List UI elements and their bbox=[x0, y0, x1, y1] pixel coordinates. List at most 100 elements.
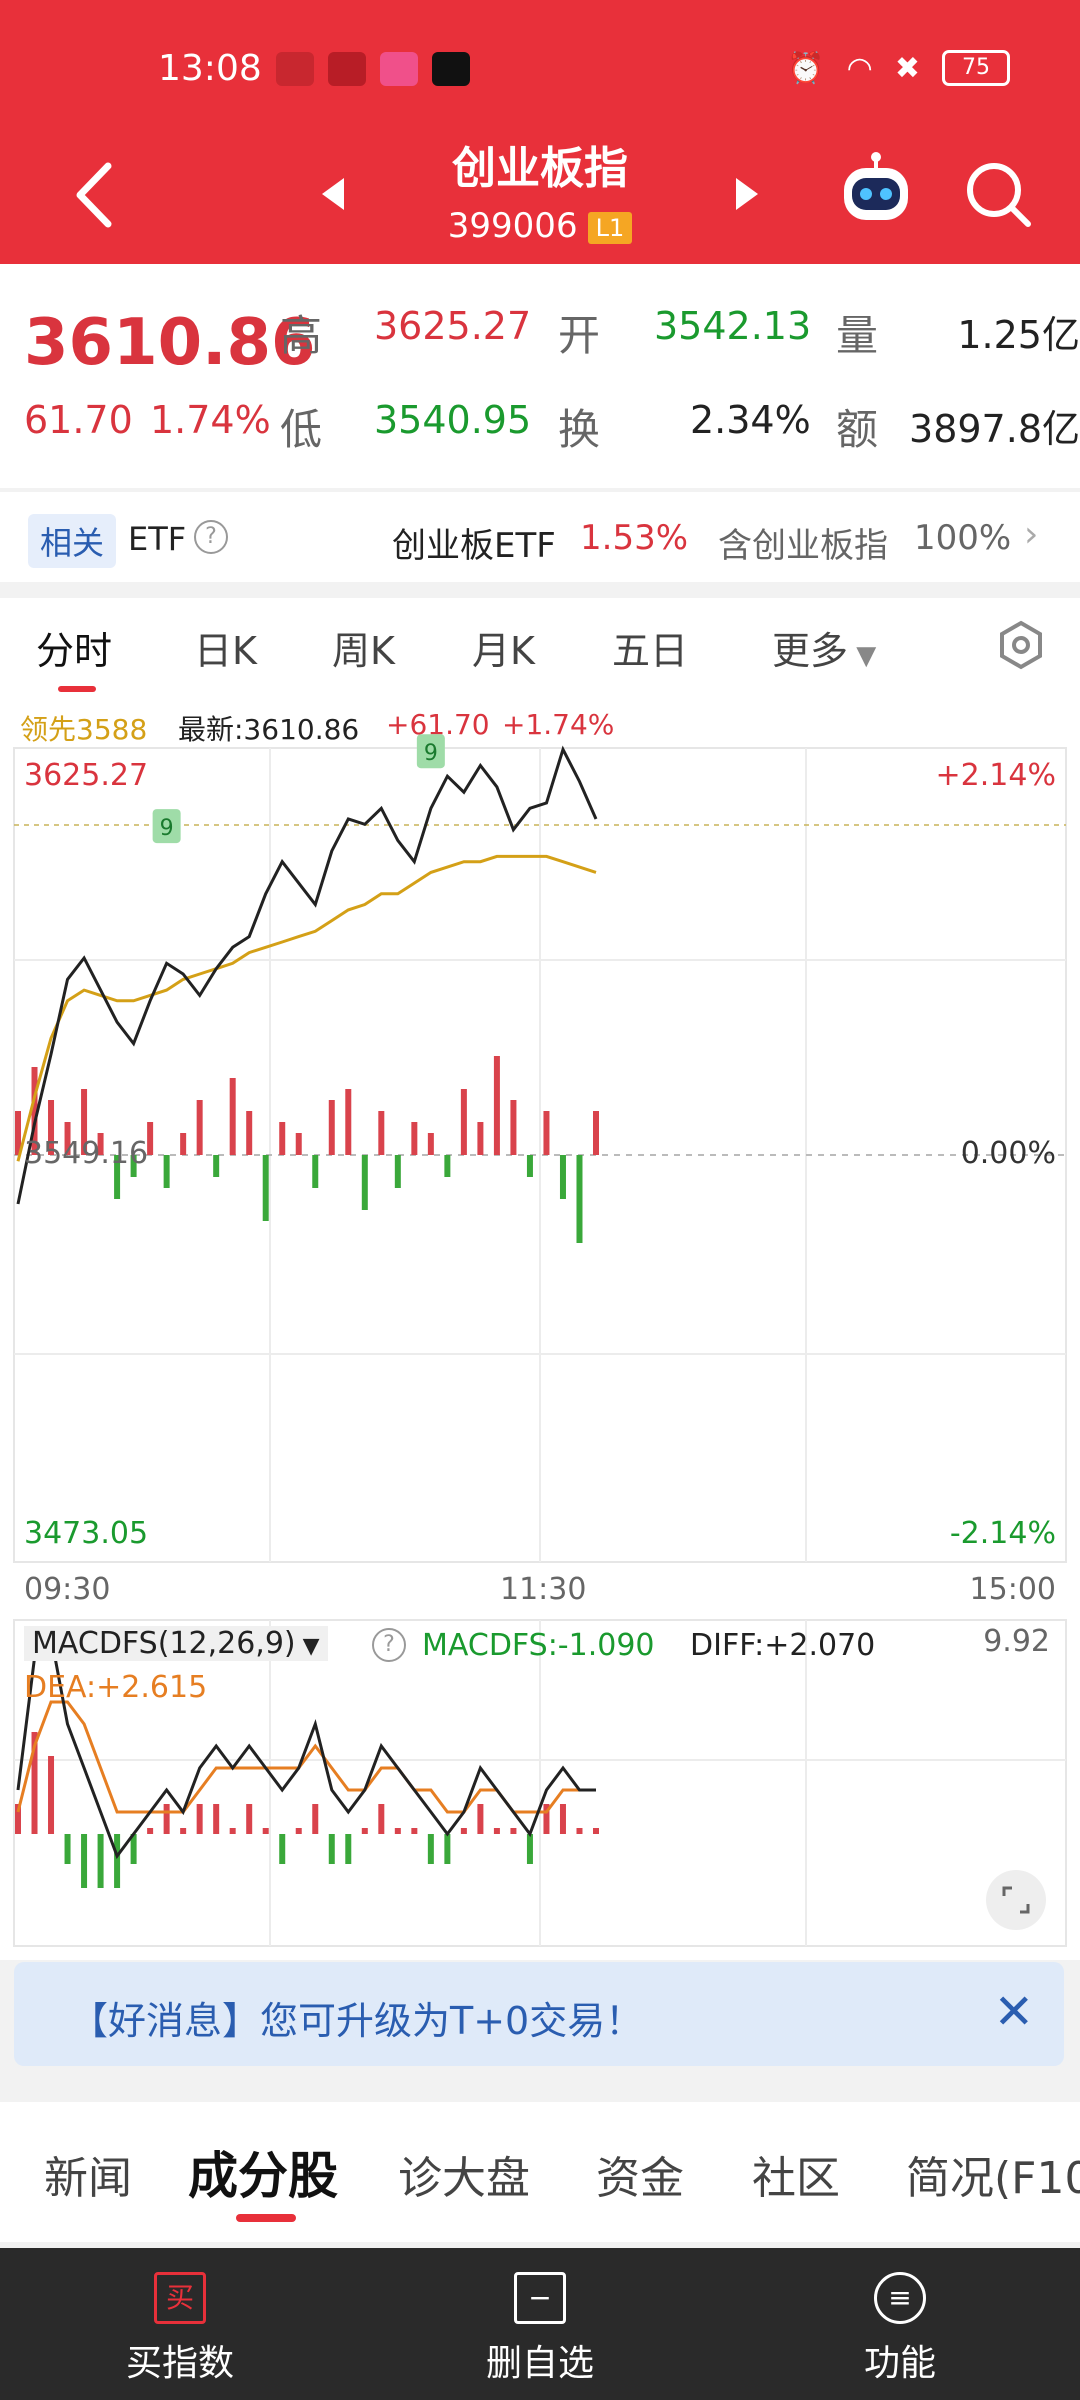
tab-constituents[interactable]: 成分股 bbox=[188, 2136, 338, 2208]
close-icon[interactable]: ✕ bbox=[994, 1984, 1034, 2040]
macd-diff-value: DIFF:+2.070 bbox=[690, 1628, 876, 1663]
macd-hist-bar bbox=[559, 1804, 566, 1834]
robot-assistant-icon[interactable] bbox=[836, 150, 916, 230]
page-title: 创业板指 bbox=[452, 143, 628, 194]
macd-hist-bar bbox=[526, 1834, 533, 1864]
y-min-pct-label: -2.14% bbox=[949, 1516, 1056, 1551]
signal-marker-label: 9 bbox=[424, 741, 438, 766]
y-min-label: 3473.05 bbox=[24, 1516, 149, 1551]
volume-bar bbox=[246, 1111, 253, 1155]
macd-hist-bar bbox=[163, 1804, 170, 1834]
volume-bar bbox=[345, 1089, 352, 1155]
remove-watchlist-button[interactable]: − 删自选 bbox=[360, 2248, 720, 2400]
high-value: 3625.27 bbox=[374, 304, 532, 348]
chart-panel: 分时 日K 周K 月K 五日 更多 ▼ 领先3588 最新:3610.86 +6… bbox=[0, 598, 1080, 1960]
next-stock-icon[interactable] bbox=[732, 176, 762, 212]
tab-diagnosis[interactable]: 诊大盘 bbox=[398, 2142, 530, 2206]
volume-bar bbox=[378, 1111, 385, 1155]
macd-diff-line bbox=[16, 1632, 596, 1860]
bottom-action-bar: 买 买指数 − 删自选 ≡ 功能 bbox=[0, 2248, 1080, 2400]
macd-hist-bar bbox=[576, 1828, 583, 1834]
macd-hist-bar bbox=[312, 1804, 319, 1834]
macd-hist-bar bbox=[427, 1834, 434, 1864]
amount-label: 额 bbox=[836, 405, 879, 454]
macd-hist-bar bbox=[394, 1828, 401, 1834]
macd-dea-line bbox=[16, 1700, 596, 1814]
macd-hist-bar bbox=[361, 1828, 368, 1834]
stock-code-row: 399006 L1 bbox=[0, 206, 1080, 246]
fullscreen-button[interactable] bbox=[986, 1870, 1046, 1930]
macd-hist-bar bbox=[196, 1804, 203, 1834]
open-value: 3542.13 bbox=[654, 304, 812, 348]
etf-pct: 1.53% bbox=[580, 518, 689, 558]
low-label: 低 bbox=[280, 405, 323, 454]
chevron-down-icon: ▼ bbox=[295, 1634, 320, 1659]
info-tabs: 新闻 成分股 诊大盘 资金 社区 简况(F10 bbox=[0, 2102, 1080, 2242]
macd-hist-bar bbox=[295, 1828, 302, 1834]
y-max-label: 3625.27 bbox=[24, 758, 149, 793]
tab-community[interactable]: 社区 bbox=[752, 2142, 840, 2206]
signal-marker-label: 9 bbox=[160, 816, 174, 841]
buy-index-label: 买指数 bbox=[125, 2343, 234, 2384]
promo-banner[interactable]: 【好消息】您可升级为T+0交易！ ✕ bbox=[14, 1962, 1064, 2066]
functions-label: 功能 bbox=[863, 2343, 936, 2384]
volume-bar bbox=[477, 1122, 484, 1155]
price-change-pct: 1.74% bbox=[150, 398, 271, 442]
volume-bar bbox=[163, 1155, 170, 1188]
search-icon[interactable] bbox=[964, 160, 1034, 230]
contains-pct: 100% bbox=[914, 518, 1012, 558]
related-etf-row[interactable]: 相关 ETF ? 创业板ETF 1.53% 含创业板指 100% › bbox=[0, 492, 1080, 582]
macd-hist-bar bbox=[213, 1804, 220, 1834]
volume-bar bbox=[262, 1155, 269, 1221]
functions-button[interactable]: ≡ 功能 bbox=[720, 2248, 1080, 2400]
tab-profile[interactable]: 简况(F10 bbox=[906, 2142, 1080, 2206]
quote-panel: 3610.86 61.70 1.74% 高 3625.27 开 3542.13 … bbox=[0, 264, 1080, 488]
header: 13:08 ⏰ ◠ ✖ 75 创业板指 399006 L1 bbox=[0, 0, 1080, 264]
related-badge: 相关 bbox=[28, 514, 117, 568]
macd-hist-bar bbox=[510, 1828, 517, 1834]
app-icon bbox=[276, 52, 314, 86]
macd-dea-value: DEA:+2.615 bbox=[24, 1670, 208, 1705]
open-label: 开 bbox=[558, 311, 601, 360]
tiktok-icon bbox=[432, 52, 470, 86]
volume-bar bbox=[576, 1155, 583, 1243]
volume-bar bbox=[279, 1122, 286, 1155]
macd-hist-bar bbox=[477, 1804, 484, 1834]
tab-news[interactable]: 新闻 bbox=[44, 2142, 132, 2206]
volume-bar bbox=[493, 1056, 500, 1155]
volume-bar bbox=[444, 1155, 451, 1177]
macd-hist-bar bbox=[444, 1834, 451, 1864]
fullscreen-icon bbox=[1002, 1886, 1030, 1914]
volume-bar bbox=[427, 1133, 434, 1155]
status-time: 13:08 bbox=[158, 48, 262, 89]
volume-bar bbox=[312, 1155, 319, 1188]
help-icon[interactable]: ? bbox=[194, 520, 228, 554]
tab-funds[interactable]: 资金 bbox=[596, 2142, 684, 2206]
turnover-label: 换 bbox=[558, 405, 601, 454]
base-pct-label: 0.00% bbox=[960, 1136, 1056, 1171]
volume-value: 1.25亿 bbox=[957, 313, 1080, 357]
volume-bar bbox=[361, 1155, 368, 1210]
y-max-pct-label: +2.14% bbox=[935, 758, 1056, 793]
volume-bar bbox=[460, 1089, 467, 1155]
base-label: 3549.16 bbox=[24, 1136, 149, 1171]
sim-icon: ✖ bbox=[894, 50, 920, 86]
macd-help-icon[interactable]: ? bbox=[372, 1628, 406, 1662]
macd-hist-bar bbox=[147, 1828, 154, 1834]
macd-hist-bar bbox=[48, 1756, 55, 1834]
macdfs-value: MACDFS:-1.090 bbox=[422, 1628, 655, 1663]
time-start-label: 09:30 bbox=[24, 1572, 111, 1607]
level-badge: L1 bbox=[587, 211, 633, 244]
macd-hist-bar bbox=[262, 1828, 269, 1834]
intraday-chart[interactable]: 99 bbox=[0, 598, 1080, 1960]
banner-text: 【好消息】您可升级为T+0交易！ bbox=[70, 1999, 644, 2043]
app-icon bbox=[328, 52, 366, 86]
macd-max-value: 9.92 bbox=[983, 1624, 1050, 1659]
high-label: 高 bbox=[280, 311, 323, 360]
buy-index-button[interactable]: 买 买指数 bbox=[0, 2248, 360, 2400]
volume-bar bbox=[510, 1100, 517, 1155]
app-icon bbox=[380, 52, 418, 86]
contains-label: 含创业板指 bbox=[718, 526, 888, 566]
volume-bar bbox=[394, 1155, 401, 1188]
macd-selector[interactable]: MACDFS(12,26,9) ▼ bbox=[24, 1626, 328, 1661]
